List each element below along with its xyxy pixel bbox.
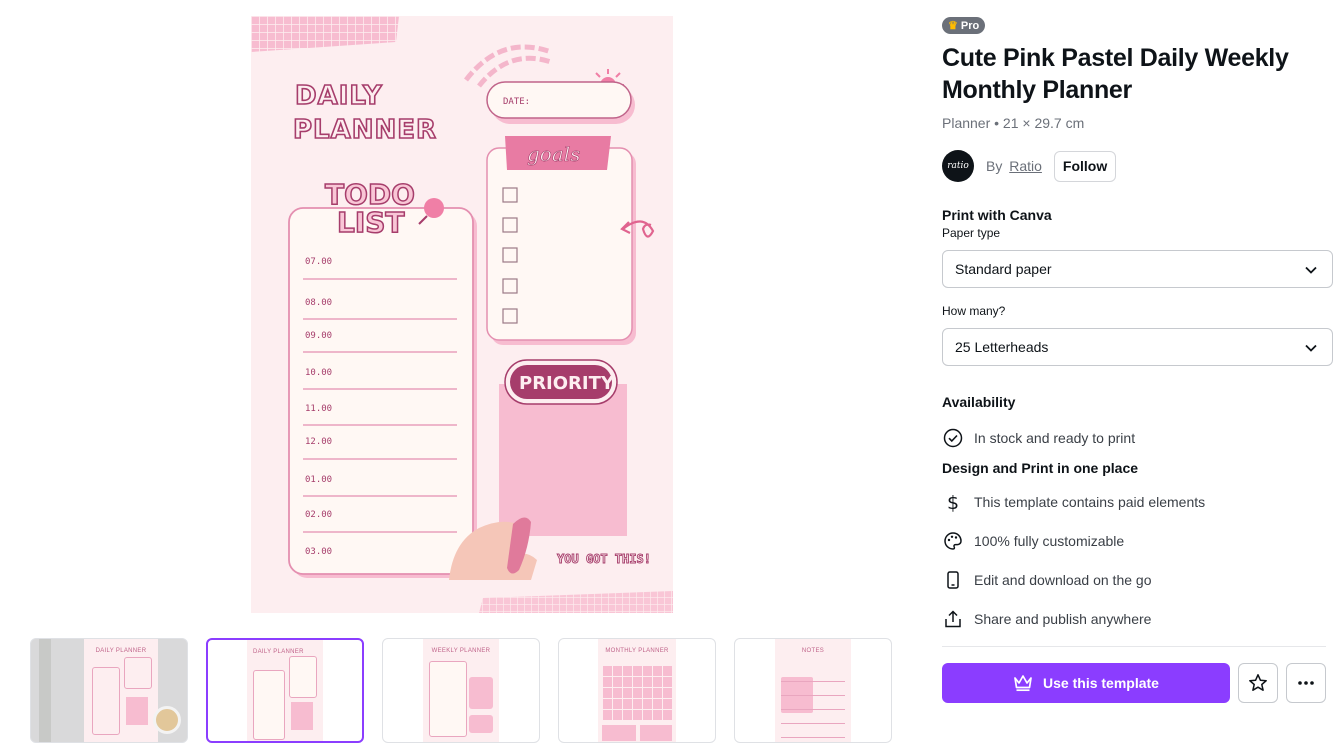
svg-text:goals: goals (527, 142, 580, 166)
star-icon (1249, 674, 1267, 691)
svg-text:07.00: 07.00 (305, 257, 332, 267)
thumbnail-label: NOTES (801, 648, 825, 654)
quantity-value: 25 Letterheads (955, 339, 1049, 355)
feature-item: 100% fully customizable (942, 521, 1334, 560)
svg-text:03.00: 03.00 (305, 547, 332, 557)
author-row: ratio By Ratio Follow (942, 150, 1334, 182)
follow-button[interactable]: Follow (1053, 150, 1117, 182)
feature-item: $ This template contains paid elements (942, 482, 1334, 521)
svg-text:12.00: 12.00 (305, 437, 332, 447)
pro-badge-label: Pro (960, 19, 980, 32)
author-link[interactable]: Ratio (1009, 158, 1042, 174)
author-avatar[interactable]: ratio (942, 150, 974, 182)
svg-text:10.00: 10.00 (305, 368, 332, 378)
thumbnail-mockup[interactable]: DAILY PLANNER (30, 638, 188, 743)
share-icon (942, 608, 964, 630)
availability-status: In stock and ready to print (942, 418, 1334, 457)
svg-text:11.00: 11.00 (305, 404, 332, 414)
coffee-cup-image (153, 706, 181, 734)
mobile-icon (942, 569, 964, 591)
feature-item: Edit and download on the go (942, 560, 1334, 599)
crown-icon: ♛ (948, 20, 958, 32)
motto-text: YOU GOT THIS! (557, 552, 651, 566)
template-title: Cute Pink Pastel Daily Weekly Monthly Pl… (942, 44, 1289, 104)
check-circle-icon (942, 427, 964, 449)
chevron-down-icon (1305, 344, 1317, 352)
svg-text:02.00: 02.00 (305, 510, 332, 520)
todo-list-sticker: TODO LIST (324, 177, 415, 240)
date-label: DATE: (503, 97, 530, 107)
quantity-select[interactable]: 25 Letterheads (942, 328, 1333, 366)
thumbnail-label: MONTHLY PLANNER (605, 648, 669, 654)
grid-tape-decoration (251, 16, 399, 52)
priority-badge: PRIORITY (504, 359, 618, 405)
goals-tape: goals (505, 136, 611, 170)
svg-text:PRIORITY: PRIORITY (519, 373, 615, 394)
use-template-button[interactable]: Use this template (942, 663, 1230, 703)
use-template-label: Use this template (1043, 675, 1159, 691)
svg-text:01.00: 01.00 (305, 475, 332, 485)
thumbnail-notes[interactable]: NOTES (734, 638, 892, 743)
template-preview[interactable]: DAILY PLANNER DATE: goals TODO LIST 07.0… (251, 16, 673, 613)
planner-heading-line2: PLANNER (293, 115, 437, 145)
svg-text:08.00: 08.00 (305, 298, 332, 308)
quantity-label: How many? (942, 304, 1006, 318)
pro-badge: ♛ Pro (942, 17, 986, 34)
design-section-title: Design and Print in one place (942, 460, 1139, 476)
svg-text:LIST: LIST (337, 206, 405, 239)
action-bar: Use this template (942, 663, 1334, 703)
thumbnail-weekly-planner[interactable]: WEEKLY PLANNER (382, 638, 540, 743)
chevron-down-icon (1305, 266, 1317, 274)
paper-type-select[interactable]: Standard paper (942, 250, 1333, 288)
thumbnail-monthly-planner[interactable]: MONTHLY PLANNER (558, 638, 716, 743)
palette-icon (942, 530, 964, 552)
crown-icon (1014, 675, 1032, 692)
thumbnail-label: WEEKLY PLANNER (431, 648, 491, 654)
author-prefix: By (986, 158, 1003, 174)
paper-type-value: Standard paper (955, 261, 1052, 277)
feature-item: Share and publish anywhere (942, 599, 1334, 638)
ruler-image (39, 639, 51, 742)
grid-tape-decoration (479, 591, 673, 613)
more-icon (1298, 681, 1314, 685)
time-list: 07.00 08.00 09.00 10.00 11.00 12.00 01.0… (305, 257, 332, 557)
more-options-button[interactable] (1286, 663, 1326, 703)
thumbnail-label: DAILY PLANNER (95, 648, 147, 654)
availability-title: Availability (942, 394, 1016, 410)
svg-text:09.00: 09.00 (305, 331, 332, 341)
favorite-button[interactable] (1238, 663, 1278, 703)
divider (942, 646, 1326, 647)
print-section-title: Print with Canva (942, 207, 1052, 223)
dollar-icon: $ (942, 491, 964, 513)
template-meta: Planner • 21 × 29.7 cm (942, 115, 1085, 131)
template-details-panel: ♛ Pro Cute Pink Pastel Daily Weekly Mont… (942, 16, 1334, 703)
planner-artwork: DAILY PLANNER DATE: goals TODO LIST 07.0… (251, 16, 673, 613)
thumbnail-label: DAILY PLANNER (253, 649, 304, 655)
thumbnail-daily-planner[interactable]: DAILY PLANNER (206, 638, 364, 743)
priority-note (499, 384, 627, 536)
paper-type-label: Paper type (942, 226, 1001, 240)
svg-text:$: $ (947, 492, 959, 513)
planner-heading-line1: DAILY (295, 81, 383, 111)
